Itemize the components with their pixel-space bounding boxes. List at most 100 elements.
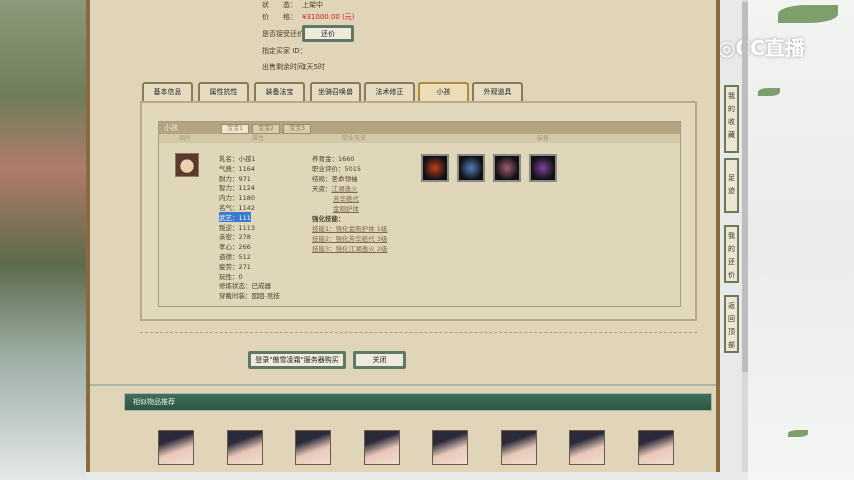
right-background: ◎CC直播 [718,0,854,480]
attribute-row: 名气：1142 [219,202,255,212]
subtab-baby3[interactable]: 宝宝3 [283,124,311,134]
child-title: 小孩 [164,124,178,132]
attribute-key: 乳名： [219,155,239,163]
attribute-row: 武艺：111 [219,211,251,222]
attribute-row: 道德：512 [219,251,251,261]
attribute-value: 1124 [238,184,256,193]
leaf-decoration [758,88,780,96]
attribute-value: 小孩1 [238,155,256,163]
leaf-decoration [788,430,808,437]
recommended-item-portrait[interactable] [637,430,674,465]
recommended-item-portrait[interactable] [432,430,468,465]
time-remaining-value: 1天5时 [302,63,325,71]
attribute-value: 1142 [238,204,256,212]
recommended-item-portrait[interactable] [363,430,400,465]
attribute-row: 穿戴时装：囡囡-竞技 [219,290,280,300]
attribute-key: 气质： [219,164,239,173]
talent-link[interactable]: 江湖逸火 [332,185,358,193]
eval-value: 5015 [344,165,362,173]
tab-equipment[interactable]: 装备法宝 [254,82,305,102]
sidebar-history[interactable]: 足迹 [724,158,739,213]
attribute-key: 亲密： [219,233,239,242]
eval-label: 职业评价： [312,165,345,173]
attribute-key: 道德： [219,253,239,261]
attribute-value: 971 [238,174,251,183]
attribute-key: 耐力： [219,174,239,183]
talent-label: 天资： [312,185,332,193]
attribute-row: 耐力：971 [219,173,251,183]
ending-label: 结局： [312,175,332,183]
tab-mounts-pets[interactable]: 坐骑召唤兽 [310,82,361,102]
attribute-key: 修炼状态： [219,282,252,291]
child-table-header: 小孩 宝宝1 宝宝2 宝宝3 [159,122,680,134]
login-buy-button[interactable]: 登录"傲雪凌霜"服务器购买 [248,351,346,369]
attribute-key: 名气： [219,204,239,212]
attribute-row: 修炼状态：已成器 [219,280,271,290]
attribute-row: 玩性：0 [219,271,243,281]
attribute-row: 叛逆：1113 [219,222,255,232]
sidebar-label: 返回顶部 [728,302,735,349]
recommended-item-portrait[interactable] [500,430,537,465]
price-value: ¥31000.00 (元) [302,13,355,21]
subtab-baby1[interactable]: 宝宝1 [221,124,249,134]
equipment-slot-1[interactable] [421,154,449,182]
attribute-key: 武艺： [219,213,239,222]
cc-watermark-logo: ◎CC直播 [718,36,805,60]
attribute-value: 1180 [238,194,256,203]
skill-link[interactable]: 技能1：强化金刚护体 1级 [312,223,387,233]
skill-link[interactable]: 技能3：强化江湖逸火 2级 [312,243,387,253]
attribute-value: 266 [238,243,251,252]
recommended-item-portrait[interactable] [226,430,263,465]
col-equipment: 装备 [537,135,550,142]
recommended-item-portrait[interactable] [158,430,194,465]
attribute-row: 乳名：小孩1 [219,153,256,163]
counter-offer-button[interactable]: 还价 [302,25,354,42]
buyer-id-label: 指定买家 ID： [262,47,307,55]
equipment-slot-3[interactable] [493,154,521,182]
attribute-value: 囡囡-竞技 [251,292,280,301]
close-button[interactable]: 关闭 [353,351,406,369]
attribute-row: 孝心：266 [219,241,251,251]
sidebar-my-counteroffers[interactable]: 我的还价 [724,225,739,283]
attribute-row: 内力：1180 [219,192,255,202]
skill-link[interactable]: 技能2：强化芳华绝代 3级 [312,233,387,243]
subtab-baby2[interactable]: 宝宝2 [252,124,280,134]
child-avatar [175,153,199,177]
sidebar-back-to-top[interactable]: 返回顶部 [724,295,739,353]
col-career: 职业天资 [342,135,367,142]
divider [140,332,697,333]
child-table: 小孩 宝宝1 宝宝2 宝宝3 图片 属性 职业天资 装备 乳名：小孩1 气质：11… [158,121,681,307]
skills-label: 强化技能： [312,215,345,223]
equipment-slot-4[interactable] [529,154,557,182]
attribute-value: 1164 [238,164,256,173]
tab-child[interactable]: 小孩 [418,82,469,102]
tab-spell-correction[interactable]: 法术修正 [364,82,415,102]
talent-link[interactable]: 金刚护体 [333,203,359,213]
recommended-item-portrait[interactable] [569,430,605,465]
sidebar-label: 我的收藏 [728,92,735,139]
attribute-row: 智力：1124 [219,182,255,192]
tab-attributes[interactable]: 属性抗性 [198,82,249,102]
attribute-key: 智力： [219,184,239,193]
sidebar-label: 足迹 [728,174,735,195]
scrollbar[interactable] [742,0,748,472]
sidebar-label: 我的还价 [728,232,735,279]
similar-items-header: 相似物品推荐 [124,393,712,411]
child-panel: 小孩 宝宝1 宝宝2 宝宝3 图片 属性 职业天资 装备 乳名：小孩1 气质：11… [140,101,697,321]
attribute-row: 亲密：278 [219,231,251,241]
leaf-decoration [778,5,838,23]
main-panel: 状 态： 上架中 价 格： ¥31000.00 (元) 是否接受还价： 还价 指… [86,0,720,472]
talent-link[interactable]: 芳华绝代 [333,193,359,203]
col-image: 图片 [179,135,192,142]
tab-basic-info[interactable]: 基本信息 [142,82,193,102]
attribute-value: 271 [238,262,251,271]
attribute-row: 疲劳：271 [219,261,251,271]
attribute-value: 1113 [238,223,256,232]
scrollbar-thumb[interactable] [742,2,748,372]
equipment-slot-2[interactable] [457,154,485,182]
tab-appearance[interactable]: 外观道具 [472,82,523,102]
attribute-key: 疲劳： [219,262,239,271]
attribute-key: 玩性： [219,272,239,281]
sidebar-favorites[interactable]: 我的收藏 [724,85,739,153]
recommended-item-portrait[interactable] [295,430,331,465]
